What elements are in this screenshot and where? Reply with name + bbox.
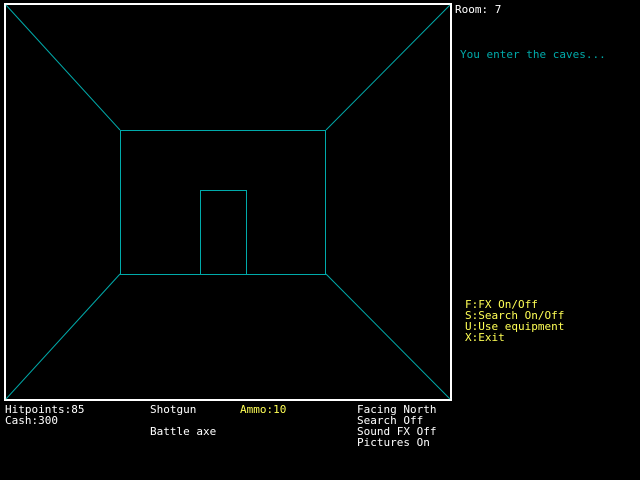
primary-weapon: Shotgun: [150, 403, 197, 416]
view-frame: [4, 3, 452, 401]
room-label: Room:: [455, 3, 489, 16]
menu-item-exit[interactable]: X:Exit: [465, 332, 505, 343]
doorway[interactable]: [200, 190, 247, 275]
ceiling-edge-right: [325, 4, 451, 131]
corridor-wireframe: [4, 3, 452, 401]
cash-text: Cash:300: [5, 414, 58, 427]
floor-edge-right: [325, 273, 451, 400]
room-indicator: Room: 7: [455, 4, 501, 15]
floor-edge-left: [5, 273, 121, 400]
corridor-view: [4, 3, 452, 401]
pictures-status: Pictures On: [357, 436, 430, 449]
ceiling-edge-left: [5, 4, 121, 131]
secondary-weapon: Battle axe: [150, 425, 217, 438]
room-number: 7: [494, 3, 502, 16]
message-text: You enter the caves...: [460, 48, 606, 61]
ammo-counter: Ammo:10: [240, 403, 287, 416]
far-wall: [120, 130, 326, 275]
